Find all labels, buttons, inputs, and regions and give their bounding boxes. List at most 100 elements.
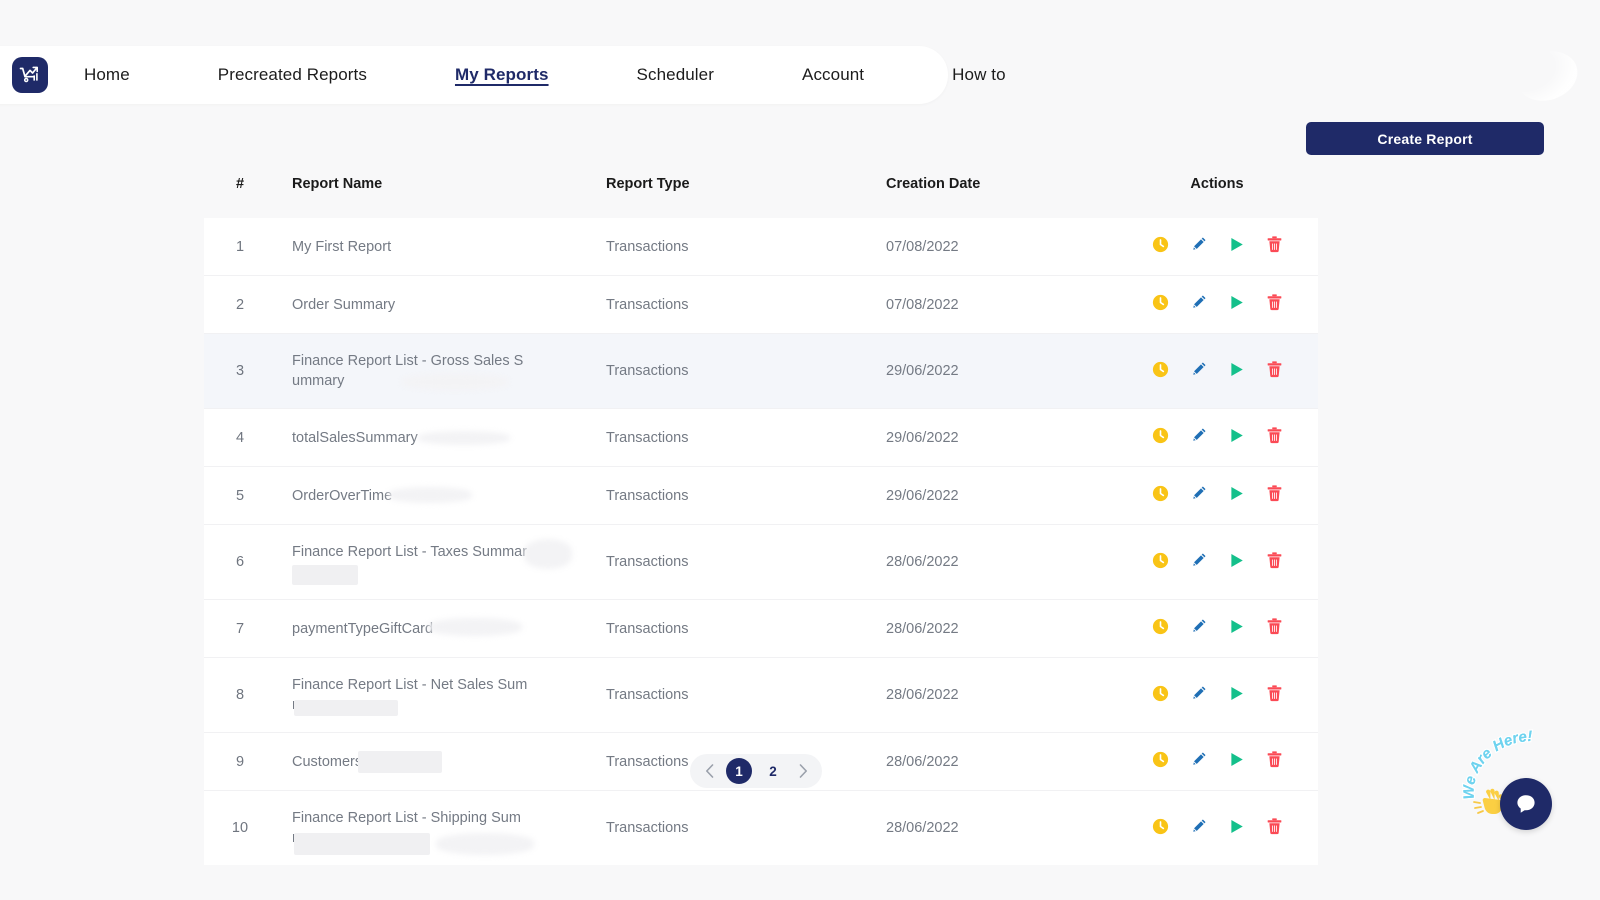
- schedule-clock-icon[interactable]: [1151, 817, 1170, 836]
- cell-report-name: My First Report: [276, 218, 606, 276]
- delete-trash-icon[interactable]: [1265, 684, 1284, 703]
- nav-item-my-reports[interactable]: My Reports: [411, 65, 593, 85]
- column-header-actions: Actions: [1190, 176, 1244, 192]
- table-row[interactable]: 10 Finance Report List - Shipping Summary…: [204, 790, 1318, 865]
- cell-index: 7: [204, 599, 276, 658]
- schedule-clock-icon[interactable]: [1151, 235, 1170, 254]
- nav-item-account[interactable]: Account: [758, 65, 908, 85]
- delete-trash-icon[interactable]: [1265, 293, 1284, 312]
- delete-trash-icon[interactable]: [1265, 551, 1284, 570]
- chat-widget: We Are Here! We Are Here!: [1459, 727, 1600, 862]
- cart-growth-chart-logo-icon: [19, 66, 38, 83]
- cell-index: 10: [204, 790, 276, 865]
- schedule-clock-icon[interactable]: [1151, 551, 1170, 570]
- table-row[interactable]: 6 Finance Report List - Taxes Summary Tran…: [204, 524, 1318, 600]
- table-row[interactable]: 1 My First Report Transactions 07/08/2022: [204, 218, 1318, 276]
- run-play-icon[interactable]: [1227, 293, 1246, 312]
- schedule-clock-icon[interactable]: [1151, 750, 1170, 769]
- schedule-clock-icon[interactable]: [1151, 684, 1170, 703]
- cell-actions: [1116, 790, 1318, 865]
- cell-report-name: Finance Report List - Net Sales Summary: [276, 657, 606, 733]
- row-action-group: [1151, 617, 1284, 636]
- cell-report-type: Transactions: [606, 275, 886, 334]
- cell-creation-date: 29/06/2022: [886, 466, 1116, 525]
- edit-pencil-icon[interactable]: [1189, 617, 1208, 636]
- table-row[interactable]: 5 OrderOverTime Transactions 29/06/2022: [204, 466, 1318, 525]
- run-play-icon[interactable]: [1227, 360, 1246, 379]
- table-row[interactable]: 4 totalSalesSummary Transactions 29/06/2022: [204, 408, 1318, 467]
- run-play-icon[interactable]: [1227, 817, 1246, 836]
- schedule-clock-icon[interactable]: [1151, 293, 1170, 312]
- cell-report-type: Transactions: [606, 238, 689, 255]
- cell-report-type: Transactions: [606, 333, 886, 409]
- nav-item-scheduler[interactable]: Scheduler: [593, 65, 758, 85]
- run-play-icon[interactable]: [1227, 750, 1246, 769]
- edit-pencil-icon[interactable]: [1189, 551, 1208, 570]
- cell-report-type: Transactions: [606, 408, 886, 467]
- cell-creation-date: 28/06/2022: [886, 524, 1116, 600]
- delete-trash-icon[interactable]: [1265, 484, 1284, 503]
- cell-actions: [1116, 408, 1318, 467]
- cell-report-name: CustomersOverTime: [276, 732, 606, 791]
- pagination: 1 2: [690, 754, 822, 788]
- delete-trash-icon[interactable]: [1265, 750, 1284, 769]
- cell-report-name: paymentTypeGiftCard: [276, 599, 606, 658]
- delete-trash-icon[interactable]: [1265, 817, 1284, 836]
- edit-pencil-icon[interactable]: [1189, 817, 1208, 836]
- schedule-clock-icon[interactable]: [1151, 426, 1170, 445]
- run-play-icon[interactable]: [1227, 617, 1246, 636]
- delete-trash-icon[interactable]: [1265, 426, 1284, 445]
- cell-report-name: Finance Report List - Shipping Summary: [276, 790, 606, 865]
- edit-pencil-icon[interactable]: [1189, 484, 1208, 503]
- row-action-group: [1151, 684, 1284, 703]
- table-row[interactable]: 2 Order Summary Transactions 07/08/2022: [204, 275, 1318, 334]
- report-name-text: Finance Report List - Shipping Summary: [292, 810, 521, 846]
- nav-item-how-to[interactable]: How to: [908, 65, 1050, 85]
- column-header-index: #: [235, 176, 245, 192]
- edit-pencil-icon[interactable]: [1189, 293, 1208, 312]
- table-row[interactable]: 8 Finance Report List - Net Sales Summary…: [204, 657, 1318, 733]
- cell-report-name: Order Summary: [276, 275, 606, 334]
- run-play-icon[interactable]: [1227, 684, 1246, 703]
- table-row[interactable]: 7 paymentTypeGiftCard Transactions 28/06/20…: [204, 599, 1318, 658]
- cell-report-name: OrderOverTime: [276, 466, 606, 525]
- edit-pencil-icon[interactable]: [1189, 426, 1208, 445]
- cell-actions: [1116, 524, 1318, 600]
- chevron-right-icon[interactable]: [794, 762, 812, 780]
- schedule-clock-icon[interactable]: [1151, 617, 1170, 636]
- brand-logo[interactable]: [12, 57, 48, 93]
- delete-trash-icon[interactable]: [1265, 360, 1284, 379]
- cell-index: 8: [204, 657, 276, 733]
- cell-report-type: Transactions: [606, 790, 886, 865]
- schedule-clock-icon[interactable]: [1151, 484, 1170, 503]
- edit-pencil-icon[interactable]: [1189, 684, 1208, 703]
- schedule-clock-icon[interactable]: [1151, 360, 1170, 379]
- chevron-left-icon[interactable]: [700, 762, 718, 780]
- edit-pencil-icon[interactable]: [1189, 235, 1208, 254]
- create-report-button[interactable]: Create Report: [1306, 122, 1544, 155]
- run-play-icon[interactable]: [1227, 235, 1246, 254]
- edit-pencil-icon[interactable]: [1189, 750, 1208, 769]
- run-play-icon[interactable]: [1227, 426, 1246, 445]
- delete-trash-icon[interactable]: [1265, 617, 1284, 636]
- cell-index: 6: [204, 524, 276, 600]
- chat-bubble-button[interactable]: [1500, 778, 1552, 830]
- pagination-page-1[interactable]: 1: [726, 758, 752, 784]
- nav-item-home[interactable]: Home: [84, 65, 174, 85]
- cell-report-name: Finance Report List - Gross Sales Summar…: [276, 333, 606, 409]
- edit-pencil-icon[interactable]: [1189, 360, 1208, 379]
- run-play-icon[interactable]: [1227, 551, 1246, 570]
- row-action-group: [1151, 235, 1284, 254]
- cell-creation-date: 29/06/2022: [886, 333, 1116, 409]
- cell-creation-date: 28/06/2022: [886, 657, 1116, 733]
- report-name-text: Order Summary: [292, 296, 396, 313]
- delete-trash-icon[interactable]: [1265, 235, 1284, 254]
- table-row[interactable]: 3 Finance Report List - Gross Sales Summa…: [204, 333, 1318, 409]
- run-play-icon[interactable]: [1227, 484, 1246, 503]
- report-name-text: paymentTypeGiftCard: [292, 620, 434, 637]
- cell-actions: [1116, 333, 1318, 409]
- cell-actions: [1116, 657, 1318, 733]
- pagination-page-2[interactable]: 2: [760, 758, 786, 784]
- nav-item-precreated-reports[interactable]: Precreated Reports: [174, 65, 411, 85]
- redaction-overlay: [524, 539, 572, 569]
